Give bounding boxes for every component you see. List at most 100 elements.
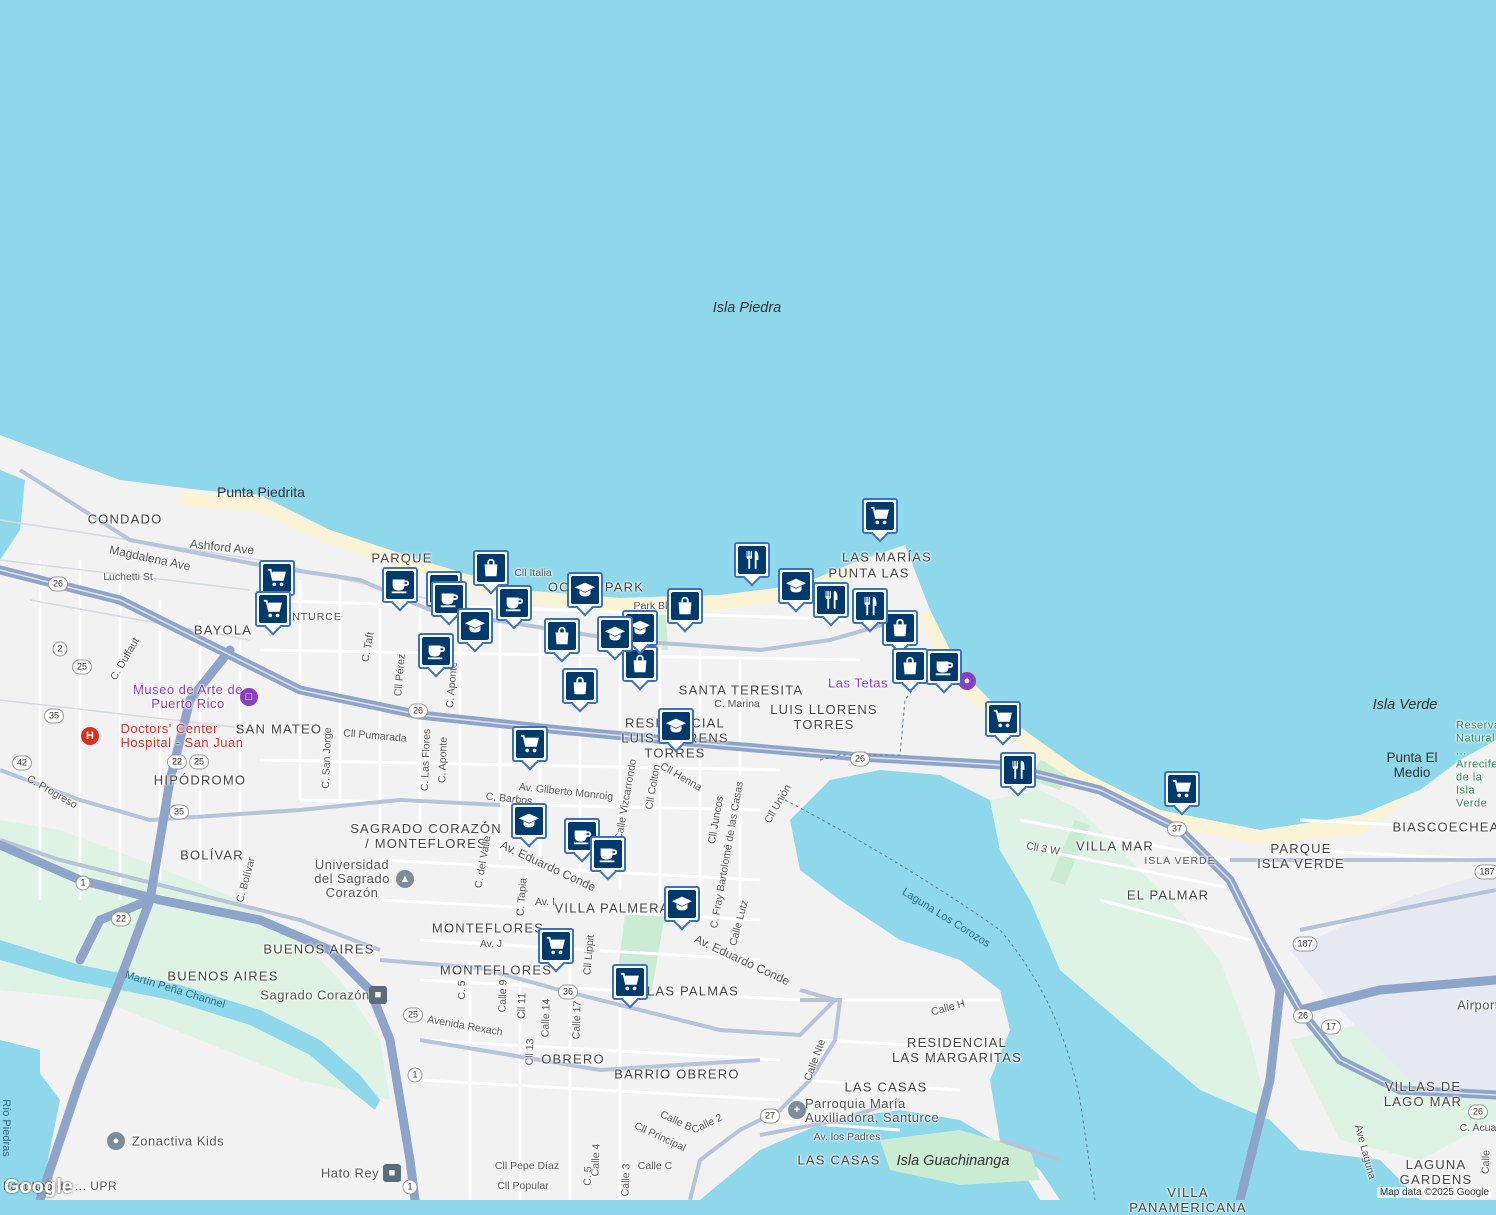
street-av-i: Av. I	[534, 896, 556, 908]
graduation-cap-icon	[571, 576, 599, 604]
graduation-cap-pin[interactable]	[511, 803, 547, 839]
shopping-cart-pin[interactable]	[255, 591, 291, 627]
shopping-cart-pin[interactable]	[512, 726, 548, 762]
area-label-barrio-obrero: BARRIO OBRERO	[614, 1066, 740, 1082]
water-label-rio-piedras: Río Piedras	[0, 1099, 12, 1157]
area-label-laguna-gardens: LAGUNA GARDENS	[1399, 1157, 1473, 1187]
area-label-luis-llorens-torres: LUIS LLORENS TORRES	[770, 702, 878, 732]
route-shield-25b: 25	[188, 754, 210, 770]
street-calle-3: Calle 3	[619, 1163, 633, 1197]
train-station-icon[interactable]: ■	[383, 1164, 401, 1182]
shopping-bag-pin[interactable]	[892, 648, 928, 684]
graduation-cap-pin[interactable]	[597, 616, 633, 652]
area-label-villa-palmeras: VILLA PALMERAS	[554, 900, 680, 916]
attraction-icon[interactable]: ●	[107, 1132, 125, 1150]
university-icon[interactable]: ▲	[396, 870, 414, 888]
graduation-cap-pin[interactable]	[778, 568, 814, 604]
poi-las-tetas[interactable]: Las Tetas	[828, 676, 888, 691]
street-calle-9: Calle 9	[496, 979, 510, 1013]
coffee-cup-pin[interactable]	[496, 585, 532, 621]
area-label-parque: PARQUE	[371, 550, 433, 566]
shopping-cart-icon	[542, 932, 570, 960]
poi-universidad-sagrado-corazon[interactable]: Universidad del Sagrado Corazón	[307, 858, 397, 900]
poi-museo-arte[interactable]: Museo de Arte de Puerto Rico	[133, 683, 243, 711]
poi-doctors-center[interactable]: Doctors' Center Hospital - San Juan	[121, 722, 251, 750]
hospital-icon[interactable]: H	[81, 727, 99, 745]
coffee-cup-pin[interactable]	[590, 836, 626, 872]
shopping-bag-pin[interactable]	[667, 588, 703, 624]
fork-knife-pin[interactable]	[852, 588, 888, 624]
poi-parroquia[interactable]: Parroquia María Auxiliadora, Santurce	[805, 1097, 955, 1125]
map-attribution: Map data ©2025 Google	[1376, 1187, 1492, 1198]
fork-knife-pin[interactable]	[813, 582, 849, 618]
shopping-bag-pin[interactable]	[562, 668, 598, 704]
poi-zonactiva-kids[interactable]: Zonactiva Kids	[132, 1134, 224, 1149]
shopping-bag-icon	[896, 652, 924, 680]
route-shield-26b: 26	[407, 703, 429, 719]
museum-icon[interactable]: □	[240, 688, 258, 706]
coffee-cup-icon	[594, 840, 622, 868]
poi-sagrado-corazon-station[interactable]: Sagrado Corazón	[260, 988, 369, 1003]
graduation-cap-icon	[601, 620, 629, 648]
area-label-monteflores-2: MONTEFLORES	[439, 962, 553, 978]
shopping-cart-pin[interactable]	[862, 498, 898, 534]
street-av-j: Av. J	[479, 938, 503, 950]
shopping-cart-pin[interactable]	[612, 964, 648, 1000]
shopping-bag-icon	[886, 614, 914, 642]
area-label-las-marias: LAS MARÍAS	[841, 549, 933, 565]
shopping-cart-pin[interactable]	[538, 928, 574, 964]
poi-reserva-natural[interactable]: Reserva Natural ... Arrecifes de la Isla…	[1456, 720, 1496, 811]
graduation-cap-icon	[662, 712, 690, 740]
fork-knife-icon	[817, 586, 845, 614]
coffee-cup-icon	[500, 589, 528, 617]
poi-hato-rey[interactable]: Hato Rey	[321, 1166, 379, 1181]
train-station-icon[interactable]: ■	[369, 986, 387, 1004]
graduation-cap-pin[interactable]	[567, 572, 603, 608]
graduation-cap-pin[interactable]	[664, 886, 700, 922]
water-label-isla-piedra: Isla Piedra	[712, 300, 782, 316]
coffee-cup-pin[interactable]	[418, 633, 454, 669]
shopping-bag-icon	[566, 672, 594, 700]
area-label-hipodromo: HIPÓDROMO	[153, 772, 247, 788]
street-calle-c: Calle C	[637, 1160, 673, 1172]
fork-knife-icon	[738, 546, 766, 574]
graduation-cap-pin[interactable]	[457, 608, 493, 644]
fork-knife-pin[interactable]	[1000, 752, 1036, 788]
street-san-jorge: C. San Jorge	[319, 727, 335, 789]
shopping-cart-icon	[263, 564, 291, 592]
coffee-cup-pin[interactable]	[382, 567, 418, 603]
street-aponte-2: C. Aponte	[436, 736, 450, 784]
area-label-buenos-aires-2: BUENOS AIRES	[167, 968, 279, 984]
street-pepe-diaz: Cll Pepe Díaz	[494, 1160, 560, 1172]
shopping-bag-icon	[548, 622, 576, 650]
poi-airport[interactable]: Airport	[1457, 998, 1496, 1013]
area-label-punta-las: PUNTA LAS	[828, 565, 910, 581]
fork-knife-pin[interactable]	[734, 542, 770, 578]
street-av-los-padres: Av. los Padres	[813, 1131, 881, 1143]
route-shield-35b: 35	[168, 804, 190, 820]
shopping-bag-pin[interactable]	[473, 550, 509, 586]
route-shield-26c: 26	[1292, 1008, 1314, 1024]
graduation-cap-icon	[782, 572, 810, 600]
route-shield-1b: 1	[407, 1067, 423, 1083]
area-label-condado: CONDADO	[87, 511, 163, 527]
shopping-cart-pin[interactable]	[985, 701, 1021, 737]
church-icon[interactable]: +	[788, 1101, 806, 1119]
street-italia: Cll Italia	[514, 567, 552, 579]
area-label-villa-panamericana: VILLA PANAMERICANA	[1129, 1185, 1247, 1215]
route-shield-2: 2	[52, 641, 68, 657]
coffee-cup-pin[interactable]	[926, 649, 962, 685]
route-shield-26e: 26	[849, 751, 871, 767]
area-label-isla-verde-small: ISLA VERDE	[1144, 855, 1216, 867]
route-shield-26d: 26	[1467, 1104, 1489, 1120]
shopping-cart-icon	[866, 502, 894, 530]
route-shield-22b: 22	[110, 911, 132, 927]
route-shield-25c: 25	[402, 1007, 424, 1023]
graduation-cap-pin[interactable]	[658, 708, 694, 744]
shopping-cart-pin[interactable]	[1164, 771, 1200, 807]
area-label-bayola: BAYOLA	[193, 622, 253, 638]
street-c5-1: C. 5	[456, 980, 468, 1000]
shopping-bag-pin[interactable]	[544, 618, 580, 654]
route-shield-22: 22	[166, 754, 188, 770]
map-canvas[interactable]	[0, 0, 1496, 1200]
